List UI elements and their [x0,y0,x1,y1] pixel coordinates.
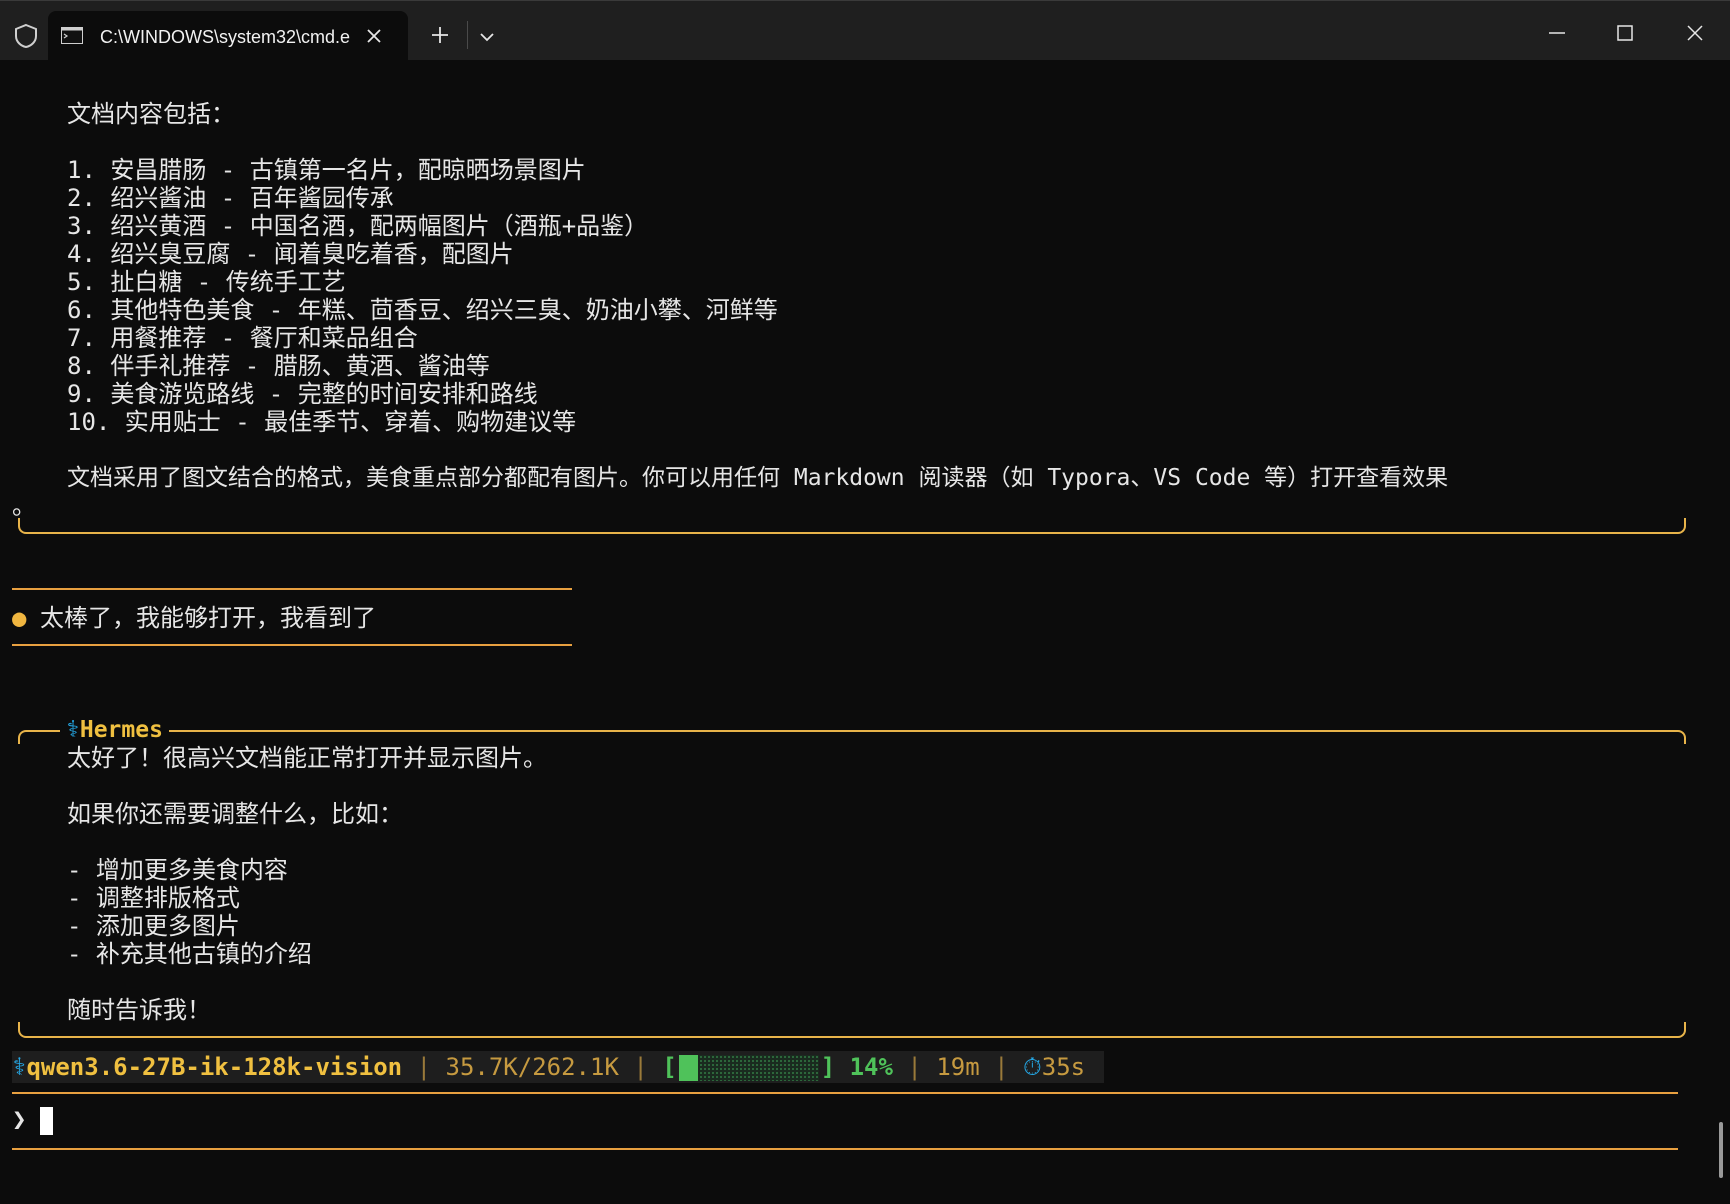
shield-icon[interactable] [13,23,39,49]
user-message: 太棒了，我能够打开，我看到了 [40,604,376,632]
prompt-symbol: ❯ [12,1105,27,1133]
assistant-line: - 补充其他古镇的介绍 [67,940,312,968]
assistant-panel-bottom-border [18,1022,1686,1038]
assistant-label: ⚕Hermes [60,716,169,744]
panel-bottom-border [18,518,1686,534]
list-item: 7. 用餐推荐 - 餐厅和菜品组合 [67,324,418,352]
title-bar: C:\WINDOWS\system32\cmd.exe [0,0,1730,61]
list-item: 2. 绍兴酱油 - 百年酱园传承 [67,184,394,212]
assistant-line: - 增加更多美食内容 [67,856,288,884]
close-icon[interactable] [364,26,384,46]
status-bar: ⚕qwen3.6-27B-ik-128k-vision | 35.7K/262.… [12,1051,1104,1083]
plus-icon[interactable] [428,23,452,47]
user-message-bottom-rule [12,644,572,646]
assistant-line: - 添加更多图片 [67,912,240,940]
list-item: 4. 绍兴臭豆腐 - 闻着臭吃着香，配图片 [67,240,514,268]
input-cursor[interactable] [40,1107,53,1135]
list-item: 8. 伴手礼推荐 - 腊肠、黄酒、酱油等 [67,352,490,380]
minimize-icon[interactable] [1545,21,1569,45]
user-bullet: ● [12,604,27,632]
assistant-line: 如果你还需要调整什么，比如： [67,800,403,828]
list-item: 6. 其他特色美食 - 年糕、茴香豆、绍兴三臭、奶油小攀、河鲜等 [67,296,778,324]
list-item: 10. 实用贴士 - 最佳季节、穿着、购物建议等 [67,408,577,436]
chevron-down-icon[interactable] [477,27,497,47]
assistant-line: 随时告诉我！ [67,996,211,1024]
close-icon[interactable] [1683,21,1707,45]
model-name: qwen3.6-27B-ik-128k-vision [26,1053,403,1081]
timer-icon: ⏱ [1023,1053,1042,1081]
tab-title: C:\WINDOWS\system32\cmd.exe [100,27,350,47]
context-progress-fill [678,1055,699,1081]
assistant-line: - 调整排版格式 [67,884,240,912]
list-item: 9. 美食游览路线 - 完整的时间安排和路线 [67,380,538,408]
elapsed-time: 19m [936,1053,980,1081]
list-item: 3. 绍兴黄酒 - 中国名酒，配两幅图片（酒瓶+品鉴） [67,212,649,240]
user-message-top-rule [12,588,572,590]
tab-separator [467,21,468,49]
assistant-line: 太好了！很高兴文档能正常打开并显示图片。 [67,744,547,772]
cmd-icon [61,27,83,44]
caduceus-icon: ⚕ [66,717,80,743]
context-percent: 14% [849,1053,893,1081]
list-item: 5. 扯白糖 - 传统手工艺 [67,268,346,296]
maximize-icon[interactable] [1613,21,1637,45]
doc-summary-tail: 。 [12,492,36,520]
prompt-bottom-rule [12,1148,1678,1150]
scrollbar[interactable] [1719,1122,1723,1178]
assistant-name: Hermes [79,717,163,743]
caduceus-icon: ⚕ [12,1053,27,1081]
list-item: 1. 安昌腊肠 - 古镇第一名片，配晾晒场景图片 [67,156,586,184]
tab-cmd[interactable]: C:\WINDOWS\system32\cmd.exe [48,11,408,61]
doc-intro: 文档内容包括： [67,100,235,128]
doc-summary: 文档采用了图文结合的格式，美食重点部分都配有图片。你可以用任何 Markdown… [67,465,1449,491]
assistant-panel-top-border [18,730,1686,744]
prompt-top-rule [12,1092,1678,1094]
context-progress-bar [678,1055,819,1081]
timer-value: 35s [1041,1053,1086,1081]
token-count: 35.7K/262.1K [445,1053,619,1081]
